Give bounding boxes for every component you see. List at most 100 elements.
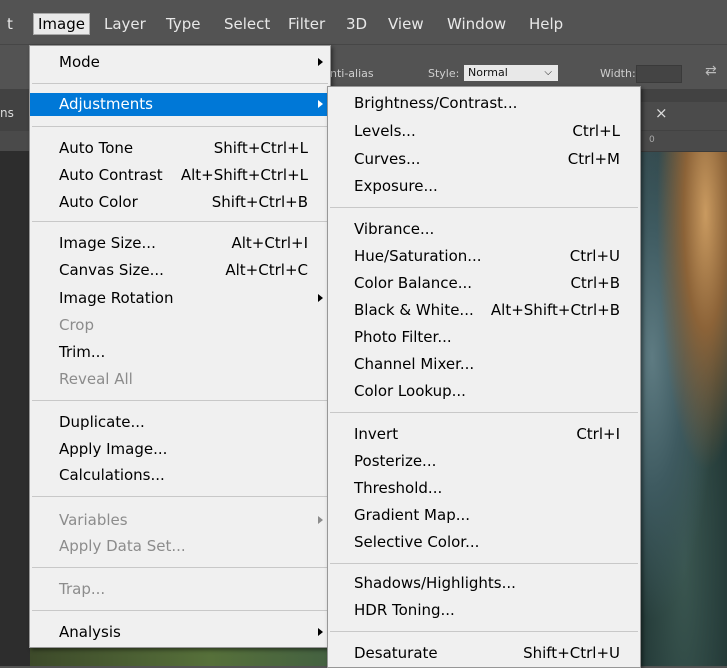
menu-separator [32, 221, 328, 222]
menu-separator [32, 567, 328, 568]
menu-separator [330, 412, 638, 413]
menu-item-label: Posterize... [354, 452, 437, 470]
menu-separator [330, 207, 638, 208]
menu-item-channel-mixer[interactable]: Channel Mixer... [328, 353, 640, 376]
menu-item-brightness-contrast[interactable]: Brightness/Contrast... [328, 92, 640, 115]
menu-item-label: Analysis [59, 623, 121, 641]
menu-item-curves[interactable]: Curves... Ctrl+M [328, 148, 640, 171]
menu-item-label: Image Rotation [59, 289, 174, 307]
menu-help[interactable]: Help [529, 14, 563, 34]
swap-icon[interactable]: ⇄ [705, 63, 717, 79]
menu-item-label: Trim... [59, 343, 106, 361]
menu-item-label: Color Lookup... [354, 382, 466, 400]
menu-select[interactable]: Select [224, 14, 270, 34]
menu-item-apply-data-set[interactable]: Apply Data Set... [30, 535, 330, 558]
menu-item-hdr-toning[interactable]: HDR Toning... [328, 599, 640, 622]
style-select[interactable]: Normal ⌵ [464, 65, 558, 81]
menu-separator [330, 631, 638, 632]
menu-view[interactable]: View [388, 14, 424, 34]
menu-item-hue-saturation[interactable]: Hue/Saturation... Ctrl+U [328, 245, 640, 268]
menu-item-label: Threshold... [354, 479, 443, 497]
menu-item-label: Apply Data Set... [59, 537, 186, 555]
menu-3d[interactable]: 3D [346, 14, 367, 34]
submenu-arrow-icon [318, 58, 323, 66]
menu-item-canvas-size[interactable]: Canvas Size... Alt+Ctrl+C [30, 259, 330, 282]
menu-item-label: Apply Image... [59, 440, 168, 458]
menu-item-mode[interactable]: Mode [30, 51, 330, 74]
menu-item-gradient-map[interactable]: Gradient Map... [328, 504, 640, 527]
submenu-arrow-icon [318, 516, 323, 524]
menu-item-vibrance[interactable]: Vibrance... [328, 218, 640, 241]
menu-item-image-size[interactable]: Image Size... Alt+Ctrl+I [30, 232, 330, 255]
menu-item-apply-image[interactable]: Apply Image... [30, 438, 330, 461]
shortcut-label: Shift+Ctrl+U [523, 644, 620, 662]
menu-item-desaturate[interactable]: Desaturate Shift+Ctrl+U [328, 642, 640, 665]
menu-item-label: Gradient Map... [354, 506, 471, 524]
menu-image[interactable]: Image [33, 13, 90, 35]
menu-separator [32, 126, 328, 127]
menu-type[interactable]: Type [166, 14, 200, 34]
shortcut-label: Ctrl+L [572, 122, 620, 140]
menu-item-reveal-all[interactable]: Reveal All [30, 368, 330, 391]
menu-separator [32, 83, 328, 84]
menu-item-color-lookup[interactable]: Color Lookup... [328, 380, 640, 403]
menu-item-calculations[interactable]: Calculations... [30, 464, 330, 487]
antialias-label[interactable]: nti-alias [330, 67, 374, 80]
ruler-tick-label: 0 [649, 135, 655, 145]
submenu-arrow-icon [318, 294, 323, 302]
image-menu: Mode Adjustments Auto Tone Shift+Ctrl+L … [29, 45, 331, 648]
panel-tab-partial[interactable]: ns [0, 106, 14, 120]
menu-item-invert[interactable]: Invert Ctrl+I [328, 423, 640, 446]
menu-item-duplicate[interactable]: Duplicate... [30, 411, 330, 434]
menu-item-auto-color[interactable]: Auto Color Shift+Ctrl+B [30, 191, 330, 214]
menu-item-selective-color[interactable]: Selective Color... [328, 531, 640, 554]
menu-layer[interactable]: Layer [104, 14, 146, 34]
document-tab[interactable]: × [628, 102, 727, 130]
menu-item-trim[interactable]: Trim... [30, 341, 330, 364]
menu-item-label: Vibrance... [354, 220, 435, 238]
style-label: Style: [428, 67, 460, 80]
menu-item-photo-filter[interactable]: Photo Filter... [328, 326, 640, 349]
menu-window[interactable]: Window [447, 14, 506, 34]
close-icon[interactable]: × [655, 104, 668, 122]
menu-item-variables[interactable]: Variables [30, 509, 330, 532]
menu-item-label: Mode [59, 53, 100, 71]
menu-item-analysis[interactable]: Analysis [30, 621, 330, 644]
menu-item-trap[interactable]: Trap... [30, 578, 330, 601]
menu-item-label: HDR Toning... [354, 601, 455, 619]
menu-item-label: Auto Contrast [59, 166, 163, 184]
menu-item-label: Exposure... [354, 177, 438, 195]
style-select-value: Normal [468, 66, 508, 79]
shortcut-label: Ctrl+M [567, 150, 620, 168]
menu-item-label: Hue/Saturation... [354, 247, 482, 265]
menu-item-color-balance[interactable]: Color Balance... Ctrl+B [328, 272, 640, 295]
menu-item-label: Trap... [59, 580, 106, 598]
menu-item-shadows-highlights[interactable]: Shadows/Highlights... [328, 572, 640, 595]
adjustments-submenu: Brightness/Contrast... Levels... Ctrl+L … [327, 86, 641, 668]
menu-item-threshold[interactable]: Threshold... [328, 477, 640, 500]
menu-item-image-rotation[interactable]: Image Rotation [30, 287, 330, 310]
menu-item-auto-tone[interactable]: Auto Tone Shift+Ctrl+L [30, 137, 330, 160]
menu-item-crop[interactable]: Crop [30, 314, 330, 337]
menu-item-posterize[interactable]: Posterize... [328, 450, 640, 473]
menu-item-label: Desaturate [354, 644, 438, 662]
menu-item-label: Black & White... [354, 301, 474, 319]
width-input[interactable] [636, 65, 682, 83]
menu-item-label: Crop [59, 316, 95, 334]
menu-item-exposure[interactable]: Exposure... [328, 175, 640, 198]
menu-edit-partial[interactable]: t [7, 14, 13, 34]
menu-item-label: Invert [354, 425, 399, 443]
menu-item-label: Reveal All [59, 370, 133, 388]
menu-item-black-white[interactable]: Black & White... Alt+Shift+Ctrl+B [328, 299, 640, 322]
shortcut-label: Shift+Ctrl+L [213, 139, 308, 157]
menu-item-levels[interactable]: Levels... Ctrl+L [328, 120, 640, 143]
menu-item-adjustments[interactable]: Adjustments [30, 93, 330, 116]
shortcut-label: Ctrl+I [576, 425, 620, 443]
menu-item-label: Brightness/Contrast... [354, 94, 518, 112]
chevron-down-icon: ⌵ [544, 67, 552, 78]
shortcut-label: Alt+Shift+Ctrl+B [490, 301, 620, 319]
menu-filter[interactable]: Filter [288, 14, 325, 34]
menu-separator [330, 563, 638, 564]
menu-item-auto-contrast[interactable]: Auto Contrast Alt+Shift+Ctrl+L [30, 164, 330, 187]
menu-item-label: Image Size... [59, 234, 156, 252]
